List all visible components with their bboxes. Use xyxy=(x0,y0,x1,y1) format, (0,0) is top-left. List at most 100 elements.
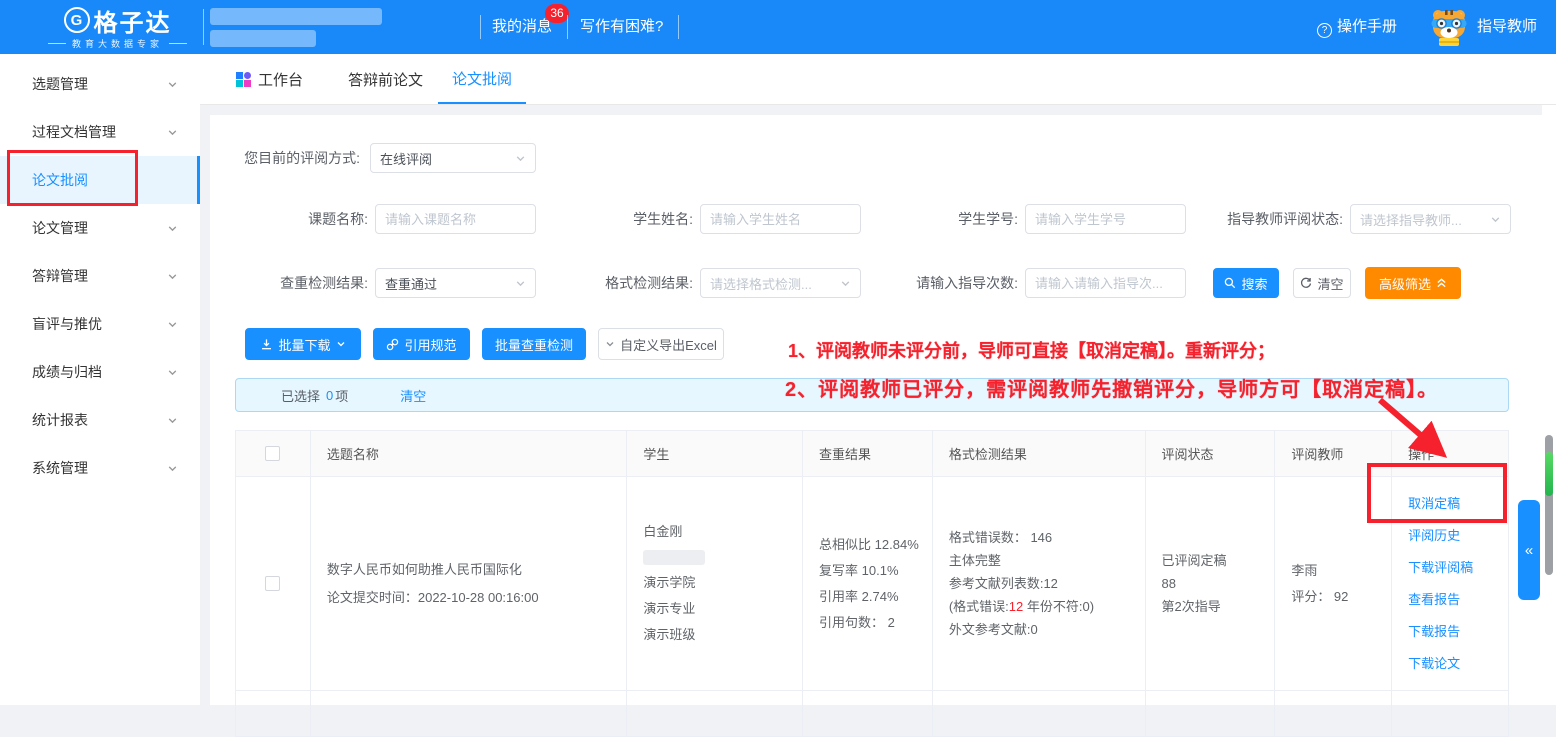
action-review-history-link[interactable]: 评阅历史 xyxy=(1408,520,1492,552)
selection-clear-link[interactable]: 清空 xyxy=(400,386,426,405)
student-no-input[interactable] xyxy=(1035,212,1176,227)
chevron-down-icon xyxy=(515,278,526,289)
selected-count: 0 xyxy=(326,388,333,403)
advisor-review-status-label: 指导教师评阅状态: xyxy=(1195,204,1343,234)
batch-download-button[interactable]: 批量下载 xyxy=(245,328,361,360)
chevron-down-icon xyxy=(605,339,615,349)
role-label: 指导教师 xyxy=(1477,0,1537,54)
action-download-report-link[interactable]: 下载报告 xyxy=(1408,616,1492,648)
sidebar-item-grades-archive[interactable]: 成绩与归档 xyxy=(0,348,200,396)
select-all-checkbox[interactable] xyxy=(265,446,280,461)
chevron-down-icon xyxy=(167,223,178,234)
advisor-review-status-select[interactable]: 请选择指导教师... xyxy=(1350,204,1511,234)
student-name-input-wrap xyxy=(700,204,861,234)
chevron-down-icon xyxy=(336,339,346,349)
student-no-label: 学生学号: xyxy=(890,204,1018,234)
chevron-down-icon xyxy=(1490,214,1501,225)
sidebar-item-blind-review[interactable]: 盲评与推优 xyxy=(0,300,200,348)
col-header-student: 学生 xyxy=(627,431,803,477)
action-view-report-link[interactable]: 查看报告 xyxy=(1408,584,1492,616)
student-college: 演示学院 xyxy=(643,570,786,596)
sidebar-item-statistics[interactable]: 统计报表 xyxy=(0,396,200,444)
clear-button[interactable]: 清空 xyxy=(1293,268,1351,298)
format-check-select[interactable]: 请选择格式检测... xyxy=(700,268,861,298)
topic-name-input[interactable] xyxy=(385,212,526,227)
col-header-dup: 查重结果 xyxy=(803,431,933,477)
topic-title: 数字人民币如何助推人民币国际化 xyxy=(327,556,610,584)
format-foreign-ref: 外文参考文献:0 xyxy=(949,618,1129,641)
topic-name-label: 课题名称: xyxy=(210,204,368,234)
app-header: G 格子达 教育大数据专家 我的消息 36 写作有困难? ?操作手册 指导教师 xyxy=(0,0,1556,54)
collapse-side-tab[interactable]: « xyxy=(1518,500,1540,600)
chevron-down-icon xyxy=(840,278,851,289)
format-ref-list: 参考文献列表数:12 xyxy=(949,572,1129,595)
row-checkbox[interactable] xyxy=(265,576,280,591)
download-icon xyxy=(260,338,273,351)
chevron-down-icon xyxy=(167,463,178,474)
sidebar-item-system-management[interactable]: 系统管理 xyxy=(0,444,200,492)
scrollbar-progress-indicator xyxy=(1545,452,1553,496)
page-tabbar: 工作台 答辩前论文 论文批阅 xyxy=(200,54,1556,105)
sidebar-item-topic-management[interactable]: 选题管理 xyxy=(0,60,200,108)
annotation-box-sidebar xyxy=(7,150,138,206)
col-header-format: 格式检测结果 xyxy=(933,431,1146,477)
format-body-complete: 主体完整 xyxy=(949,549,1129,572)
annotation-box-cancel-final xyxy=(1367,463,1507,523)
brand-logo: G 格子达 教育大数据专家 xyxy=(30,5,205,50)
guide-count-input[interactable] xyxy=(1035,276,1176,291)
student-no-input-wrap xyxy=(1025,204,1186,234)
table-row-empty xyxy=(236,691,1508,737)
format-ref-detail: (格式错误:12 年份不符:0) xyxy=(949,595,1129,618)
chevron-down-icon xyxy=(167,319,178,330)
logo-tagline: 教育大数据专家 xyxy=(30,37,205,50)
header-divider xyxy=(567,15,568,39)
dup-cite-sentences: 引用句数： 2 xyxy=(819,610,922,636)
main-panel: 您目前的评阅方式: 在线评阅 课题名称: 学生姓名: 学生学号: 指导教师评阅状… xyxy=(210,115,1542,705)
action-download-thesis-link[interactable]: 下载论文 xyxy=(1408,648,1492,680)
format-error-count: 格式错误数： 146 xyxy=(949,526,1129,549)
logo-g-icon: G xyxy=(64,7,90,33)
sidebar-item-thesis-management[interactable]: 论文管理 xyxy=(0,204,200,252)
annotation-arrow xyxy=(1370,392,1460,468)
refresh-icon xyxy=(1300,277,1312,289)
chevron-down-icon xyxy=(167,415,178,426)
header-divider xyxy=(678,15,679,39)
selected-prefix: 已选择 xyxy=(281,386,320,405)
user-info-redacted-line2 xyxy=(210,30,316,47)
my-messages-link[interactable]: 我的消息 xyxy=(492,0,552,54)
manual-link[interactable]: ?操作手册 xyxy=(1317,0,1397,54)
tab-workbench[interactable]: 工作台 xyxy=(236,54,303,104)
batch-dup-check-button[interactable]: 批量查重检测 xyxy=(482,328,586,360)
export-excel-button[interactable]: 自定义导出Excel xyxy=(598,328,724,360)
double-chevron-left-icon: « xyxy=(1525,542,1533,559)
guide-count-input-wrap xyxy=(1025,268,1186,298)
reviewer-score: 评分： 92 xyxy=(1291,584,1375,610)
table-row: 数字人民币如何助推人民币国际化 论文提交时间：2022-10-28 00:16:… xyxy=(236,477,1508,691)
citation-standard-button[interactable]: 引用规范 xyxy=(373,328,470,360)
review-score: 88 xyxy=(1162,572,1259,595)
search-button[interactable]: 搜索 xyxy=(1213,268,1279,298)
student-name-input[interactable] xyxy=(710,212,851,227)
dup-copy-rate: 复写率 10.1% xyxy=(819,558,922,584)
scrollbar-track[interactable] xyxy=(1542,105,1556,705)
student-name-label: 学生姓名: xyxy=(560,204,693,234)
thesis-table: 选题名称 学生 查重结果 格式检测结果 评阅状态 评阅教师 操作 数字人民币如何… xyxy=(235,430,1509,737)
col-header-topic: 选题名称 xyxy=(311,431,627,477)
review-mode-label: 您目前的评阅方式: xyxy=(210,143,360,173)
sidebar-item-defense-management[interactable]: 答辩管理 xyxy=(0,252,200,300)
tab-pre-defense-thesis[interactable]: 答辩前论文 xyxy=(348,54,423,104)
selected-unit: 项 xyxy=(335,386,348,405)
tab-thesis-review[interactable]: 论文批阅 xyxy=(438,54,526,104)
mascot-tiger-avatar xyxy=(1428,7,1470,47)
workbench-grid-icon xyxy=(236,72,251,87)
messages-badge: 36 xyxy=(545,4,569,23)
advanced-filter-button[interactable]: 高级筛选 xyxy=(1365,267,1461,299)
dup-check-select[interactable]: 查重通过 xyxy=(375,268,536,298)
sidebar-item-process-docs[interactable]: 过程文档管理 xyxy=(0,108,200,156)
action-download-reviewed-link[interactable]: 下载评阅稿 xyxy=(1408,552,1492,584)
chevron-down-icon xyxy=(167,271,178,282)
chevron-down-icon xyxy=(167,367,178,378)
logo-title: 格子达 xyxy=(94,3,172,38)
review-mode-select[interactable]: 在线评阅 xyxy=(370,143,536,173)
writing-help-link[interactable]: 写作有困难? xyxy=(580,0,663,54)
